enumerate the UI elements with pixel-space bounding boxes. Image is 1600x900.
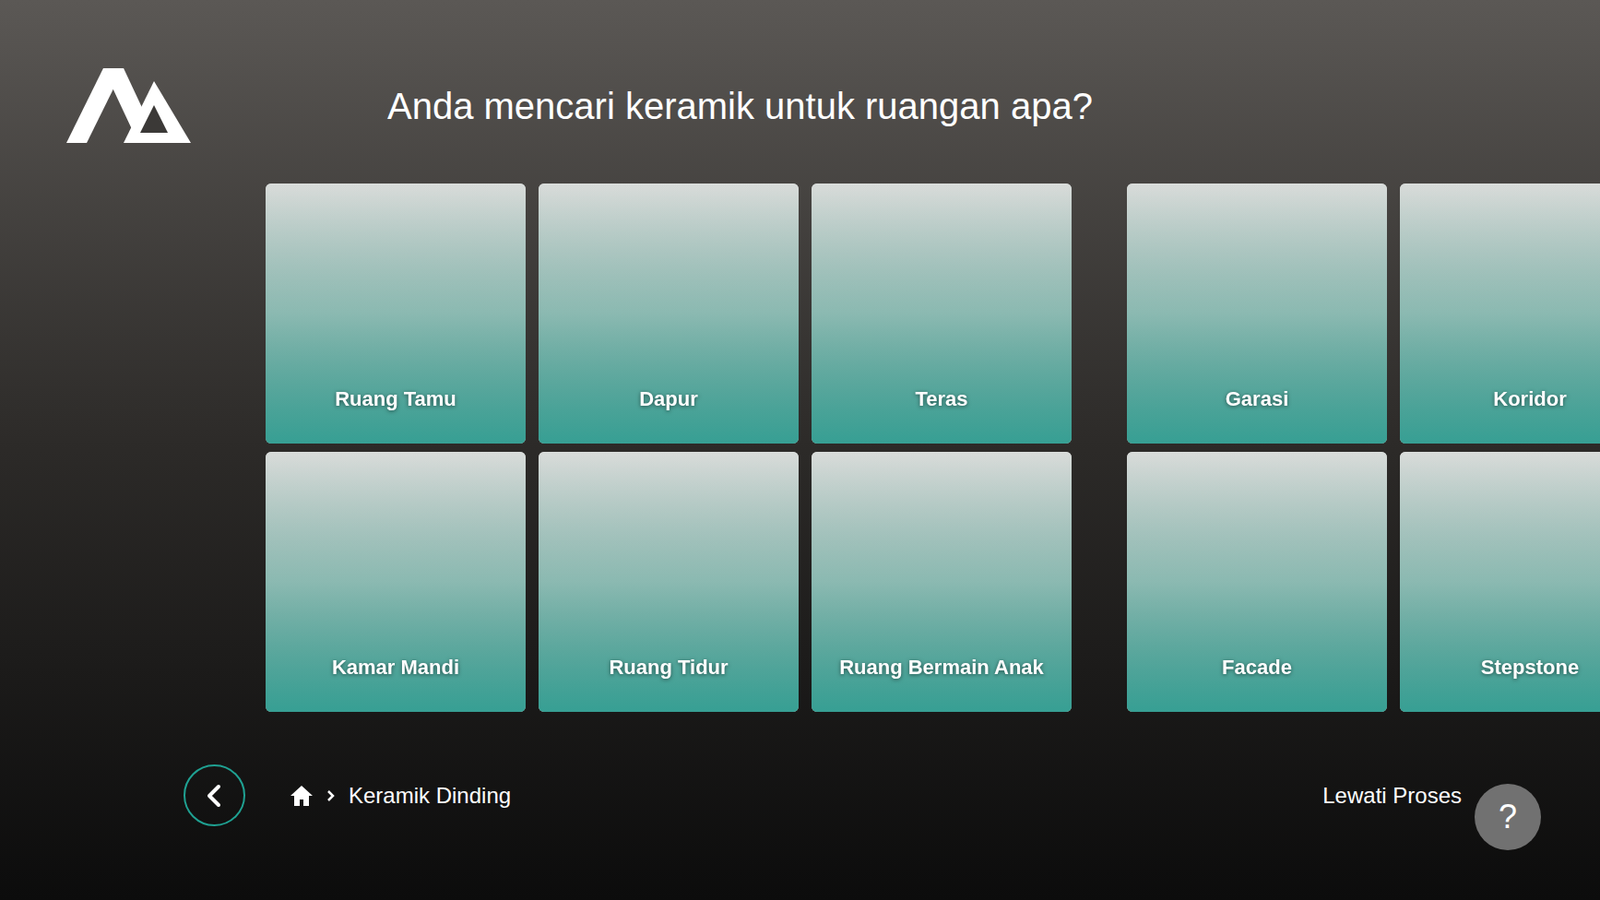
room-card[interactable]: Kamar Mandi bbox=[265, 451, 526, 712]
room-card[interactable]: Ruang Bermain Anak bbox=[811, 451, 1072, 712]
room-row: Ruang Tamu Dapur Teras Garasi Koridor bbox=[265, 183, 1600, 444]
room-label: Ruang Bermain Anak bbox=[839, 654, 1044, 681]
brand-logo-icon bbox=[66, 68, 191, 143]
home-icon[interactable] bbox=[289, 784, 314, 807]
room-label: Teras bbox=[914, 386, 968, 413]
room-label: Facade bbox=[1221, 654, 1292, 681]
help-button[interactable]: ? bbox=[1474, 783, 1541, 851]
breadcrumb: Keramik Dinding bbox=[289, 782, 511, 810]
room-card[interactable]: Dapur bbox=[538, 183, 799, 444]
room-grid: Ruang Tamu Dapur Teras Garasi Koridor Kamar M… bbox=[0, 183, 1600, 712]
page-title: Anda mencari keramik untuk ruangan apa? bbox=[387, 82, 1093, 130]
room-label: Koridor bbox=[1493, 386, 1566, 413]
room-label: Kamar Mandi bbox=[331, 654, 460, 681]
chevron-right-icon bbox=[326, 789, 336, 803]
room-label: Stepstone bbox=[1481, 654, 1579, 681]
room-label: Ruang Tidur bbox=[608, 654, 728, 681]
room-picker-screen: Anda mencari keramik untuk ruangan apa? R… bbox=[0, 0, 1600, 900]
room-label: Garasi bbox=[1225, 386, 1290, 413]
chevron-left-icon bbox=[204, 783, 226, 808]
room-card[interactable]: Koridor bbox=[1399, 183, 1600, 444]
room-label: Dapur bbox=[639, 386, 699, 413]
room-row: Kamar Mandi Ruang Tidur Ruang Bermain Anak… bbox=[265, 451, 1600, 712]
room-card[interactable]: Stepstone bbox=[1399, 451, 1600, 712]
room-card[interactable]: Ruang Tidur bbox=[538, 451, 799, 712]
room-label: Ruang Tamu bbox=[334, 386, 457, 413]
breadcrumb-item[interactable]: Keramik Dinding bbox=[348, 782, 511, 810]
room-card[interactable]: Teras bbox=[811, 183, 1072, 444]
room-card[interactable]: Facade bbox=[1126, 451, 1387, 712]
header: Anda mencari keramik untuk ruangan apa? bbox=[0, 0, 1600, 143]
room-card[interactable]: Ruang Tamu bbox=[265, 183, 526, 444]
skip-button[interactable]: Lewati Proses bbox=[1322, 782, 1462, 810]
footer-bar: Keramik Dinding Lewati Proses bbox=[0, 764, 1600, 827]
back-button[interactable] bbox=[183, 764, 246, 827]
room-card[interactable]: Garasi bbox=[1126, 183, 1387, 444]
